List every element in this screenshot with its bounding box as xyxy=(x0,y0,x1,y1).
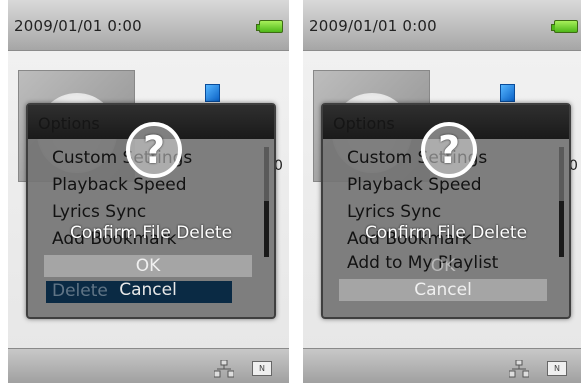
ok-button[interactable]: OK xyxy=(44,255,252,277)
cancel-button[interactable]: Cancel xyxy=(44,279,252,301)
network-icon xyxy=(509,360,529,378)
music-file-icon xyxy=(500,84,515,102)
menu-item-lyrics-sync[interactable]: Lyrics Sync xyxy=(347,202,441,222)
n-badge-icon: N xyxy=(252,361,272,376)
options-title: Options xyxy=(333,114,395,133)
status-bar: 2009/01/01 0:00 xyxy=(303,0,581,51)
question-icon: ? xyxy=(421,122,477,178)
cancel-button[interactable]: Cancel xyxy=(339,279,547,301)
player-screen-left: 2009/01/01 0:00 0 Options Custom Setting… xyxy=(8,0,289,383)
network-icon xyxy=(214,360,234,378)
battery-icon xyxy=(256,20,283,33)
options-dialog: Options Custom Settings Playback Speed L… xyxy=(321,103,571,319)
bottom-bar: N xyxy=(303,348,581,383)
bottom-bar: N xyxy=(8,348,289,383)
music-file-icon xyxy=(205,84,220,102)
battery-icon xyxy=(551,20,578,33)
date-time: 2009/01/01 0:00 xyxy=(14,17,142,35)
menu-item-playback-speed[interactable]: Playback Speed xyxy=(347,175,482,195)
status-bar: 2009/01/01 0:00 xyxy=(8,0,289,51)
options-title: Options xyxy=(38,114,100,133)
n-badge-icon: N xyxy=(547,361,567,376)
options-dialog: Options Custom Settings Playback Speed L… xyxy=(26,103,276,319)
question-icon: ? xyxy=(126,122,182,178)
confirm-message: Confirm File Delete xyxy=(69,223,233,243)
menu-item-playback-speed[interactable]: Playback Speed xyxy=(52,175,187,195)
confirm-message: Confirm File Delete xyxy=(364,223,528,243)
ok-button[interactable]: OK xyxy=(339,255,547,277)
date-time: 2009/01/01 0:00 xyxy=(309,17,437,35)
player-screen-right: 2009/01/01 0:00 0 Options Custom Setting… xyxy=(303,0,581,383)
menu-item-lyrics-sync[interactable]: Lyrics Sync xyxy=(52,202,146,222)
